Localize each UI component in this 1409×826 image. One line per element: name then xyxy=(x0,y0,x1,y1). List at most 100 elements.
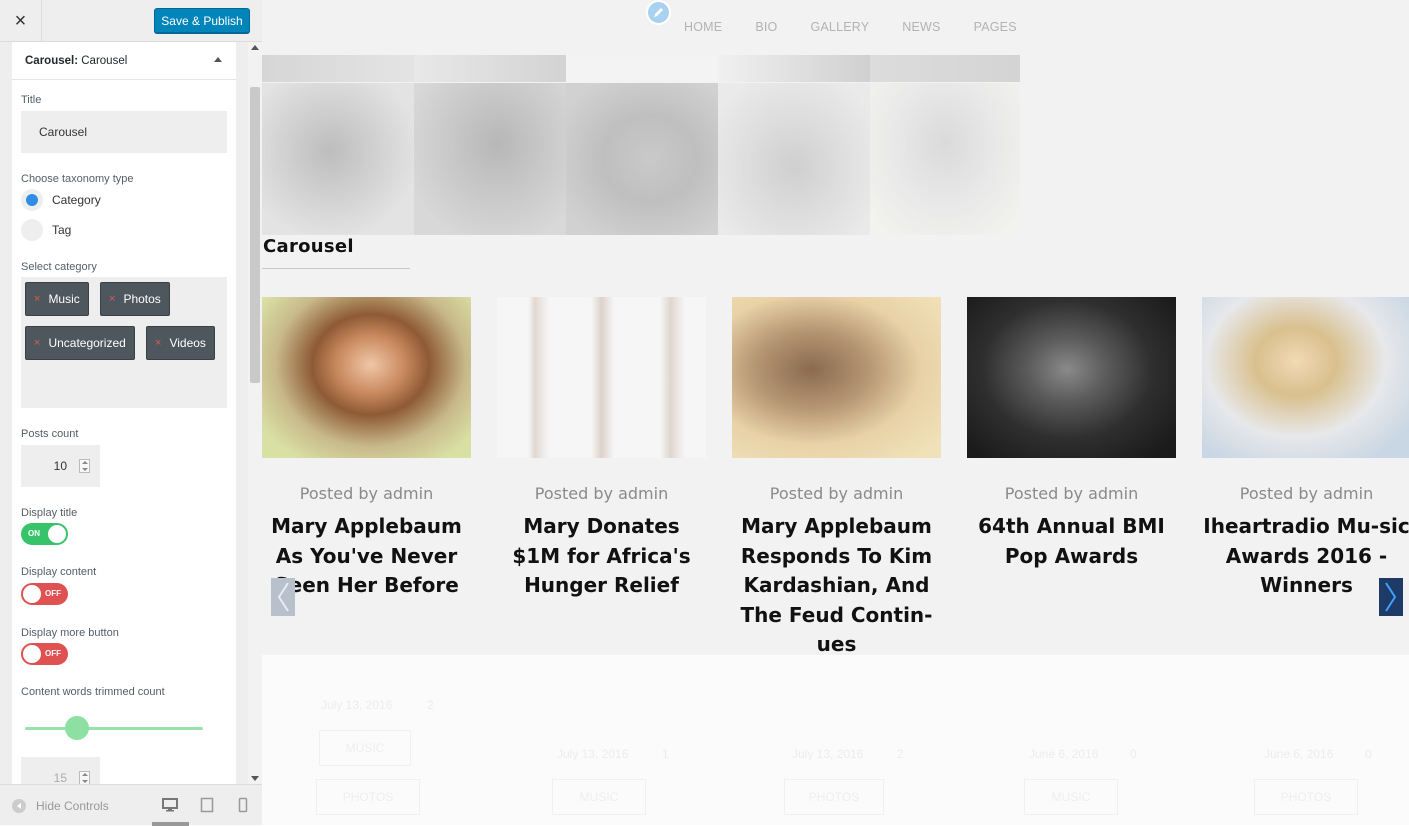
display-content-toggle[interactable]: OFF xyxy=(21,583,68,605)
tag-button[interactable]: MUSIC xyxy=(552,779,646,815)
category-label: Select category xyxy=(21,261,97,273)
title-label: Title xyxy=(21,94,42,106)
close-customizer-button[interactable]: × xyxy=(0,0,42,42)
carousel-widget: Carousel Posted by admin Mary Applebaum … xyxy=(262,235,1409,656)
post-image[interactable] xyxy=(497,297,706,458)
tag-button[interactable]: MUSIC xyxy=(1024,779,1118,815)
post-title[interactable]: 64th Annual BMI Pop Awards xyxy=(967,512,1176,571)
nav-item-bio[interactable]: BIO xyxy=(755,20,777,34)
post-card[interactable]: Posted by admin Iheartradio Mu-sic Award… xyxy=(1202,297,1409,601)
carousel-prev-button[interactable] xyxy=(271,578,295,616)
post-image[interactable] xyxy=(1202,297,1409,458)
post-title[interactable]: Mary Applebaum Responds To Kim Kardashia… xyxy=(732,512,941,660)
scroll-up-icon[interactable] xyxy=(251,45,259,50)
nav-item-pages[interactable]: PAGES xyxy=(974,20,1017,34)
trim-count-value: 15 xyxy=(53,771,67,784)
posts-count-value: 10 xyxy=(53,459,67,473)
gallery-image[interactable] xyxy=(718,83,870,235)
collapse-arrow-icon[interactable] xyxy=(214,57,222,62)
radio-category-label: Category xyxy=(52,193,101,207)
post-title[interactable]: Iheartradio Mu-sic Awards 2016 - Winners xyxy=(1202,512,1409,601)
tag-button[interactable]: PHOTOS xyxy=(316,779,420,815)
save-publish-button[interactable]: Save & Publish xyxy=(154,8,250,33)
radio-unselected-icon[interactable] xyxy=(21,219,43,241)
remove-icon[interactable]: × xyxy=(34,293,40,305)
gallery-image[interactable] xyxy=(414,83,566,235)
hide-controls-button[interactable]: Hide Controls xyxy=(12,799,109,813)
mobile-preview-button[interactable] xyxy=(231,795,255,815)
title-underline xyxy=(262,268,410,269)
gallery-image[interactable] xyxy=(870,83,1020,235)
scroll-down-icon[interactable] xyxy=(251,776,259,781)
category-select[interactable]: × Music × Photos × Uncategorized × Video… xyxy=(21,277,227,408)
comment-count: 0 xyxy=(1130,747,1137,761)
display-more-toggle[interactable]: OFF xyxy=(21,643,68,665)
gallery-image[interactable] xyxy=(262,55,414,82)
tag-button[interactable]: PHOTOS xyxy=(784,779,884,815)
display-more-label: Display more button xyxy=(21,627,119,639)
post-date: June 6, 2016 xyxy=(1029,747,1099,761)
posts-count-input[interactable]: 10 xyxy=(21,445,100,487)
gallery-image[interactable] xyxy=(566,83,718,235)
nav-item-news[interactable]: NEWS xyxy=(902,20,940,34)
title-input[interactable]: Carousel xyxy=(21,111,227,153)
chip-label: Videos xyxy=(169,336,206,350)
remove-icon[interactable]: × xyxy=(155,337,161,349)
post-image[interactable] xyxy=(262,297,471,458)
section-header[interactable]: Carousel: Carousel xyxy=(12,42,236,80)
tag-button[interactable]: MUSIC xyxy=(319,730,411,766)
remove-icon[interactable]: × xyxy=(109,293,115,305)
slider-handle[interactable] xyxy=(65,716,89,740)
section-name: Carousel xyxy=(81,54,128,67)
category-chip-music[interactable]: × Music xyxy=(25,282,89,316)
post-card[interactable]: Posted by admin Mary Applebaum Responds … xyxy=(732,297,941,660)
nav-item-gallery[interactable]: GALLERY xyxy=(810,20,869,34)
radio-category[interactable]: Category xyxy=(21,189,101,211)
chevron-left-icon xyxy=(277,582,289,612)
desktop-icon xyxy=(162,798,178,812)
mobile-icon xyxy=(238,797,248,813)
toggle-knob xyxy=(23,585,41,603)
post-title[interactable]: Mary Donates $1M for Africa's Hunger Rel… xyxy=(497,512,706,601)
tablet-preview-button[interactable] xyxy=(195,795,219,815)
gallery-image[interactable] xyxy=(718,55,870,82)
gallery-image[interactable] xyxy=(414,55,566,82)
post-image[interactable] xyxy=(967,297,1176,458)
trim-count-slider[interactable] xyxy=(25,727,203,730)
display-title-toggle[interactable]: ON xyxy=(21,523,68,545)
tag-button[interactable]: PHOTOS xyxy=(1254,779,1358,815)
spinner-icon[interactable] xyxy=(79,459,90,473)
close-icon: × xyxy=(14,10,27,32)
post-meta: Posted by admin xyxy=(534,484,669,503)
customizer-panel: × Save & Publish Carousel: Carousel Titl… xyxy=(0,0,262,826)
carousel-title: Carousel xyxy=(263,236,354,257)
category-chip-photos[interactable]: × Photos xyxy=(100,282,170,316)
scroll-thumb[interactable] xyxy=(250,87,260,383)
section-prefix: Carousel: xyxy=(25,54,79,67)
post-card[interactable]: Posted by admin 64th Annual BMI Pop Awar… xyxy=(967,297,1176,571)
panel-scrollbar[interactable] xyxy=(248,42,262,784)
site-preview: HOME BIO GALLERY NEWS PAGES Carousel Pos… xyxy=(262,0,1409,825)
nav-item-home[interactable]: HOME xyxy=(684,20,722,34)
panel-footer: Hide Controls xyxy=(0,784,262,826)
spinner-icon[interactable] xyxy=(79,771,90,784)
post-card[interactable]: Posted by admin Mary Donates $1M for Afr… xyxy=(497,297,706,601)
gallery-image[interactable] xyxy=(870,55,1020,82)
trim-count-input[interactable]: 15 xyxy=(21,757,100,784)
radio-tag[interactable]: Tag xyxy=(21,219,71,241)
comment-count: 2 xyxy=(897,747,904,761)
category-chip-videos[interactable]: × Videos xyxy=(146,326,215,360)
gallery-image[interactable] xyxy=(262,83,414,235)
chip-label: Photos xyxy=(123,292,161,306)
posts-count-label: Posts count xyxy=(21,428,79,440)
edit-shortcut-button[interactable] xyxy=(646,0,671,25)
desktop-preview-button[interactable] xyxy=(158,795,182,815)
post-card[interactable]: Posted by admin Mary Applebaum As You've… xyxy=(262,297,471,601)
remove-icon[interactable]: × xyxy=(34,337,40,349)
category-chip-uncategorized[interactable]: × Uncategorized xyxy=(25,326,135,360)
radio-selected-icon[interactable] xyxy=(21,189,43,211)
trim-count-label: Content words trimmed count xyxy=(21,686,165,698)
carousel-next-button[interactable] xyxy=(1379,578,1403,616)
post-image[interactable] xyxy=(732,297,941,458)
gallery-image[interactable] xyxy=(566,55,718,82)
